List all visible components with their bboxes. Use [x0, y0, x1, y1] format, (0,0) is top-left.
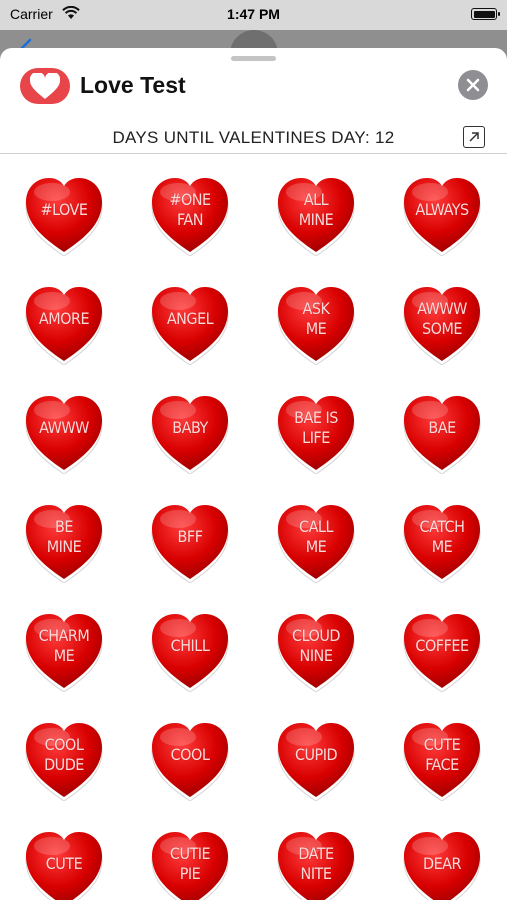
heart-sticker-label: CHARM ME: [38, 626, 90, 665]
heart-sticker[interactable]: DEAR: [400, 826, 484, 900]
heart-sticker[interactable]: CUTE FACE: [400, 717, 484, 801]
heart-sticker-label: AWWW SOME: [417, 299, 467, 338]
app-icon: [20, 68, 70, 104]
heart-sticker-label: CLOUD NINE: [292, 626, 340, 665]
heart-sticker[interactable]: AWWW SOME: [400, 281, 484, 365]
heart-sticker-label: ALL MINE: [298, 190, 334, 229]
heart-sticker-label: ALWAYS: [415, 200, 469, 219]
heart-sticker[interactable]: CLOUD NINE: [274, 608, 358, 692]
heart-sticker[interactable]: BE MINE: [22, 499, 106, 583]
heart-sticker-label: CALL ME: [299, 517, 333, 556]
heart-sticker[interactable]: #ONE FAN: [148, 172, 232, 256]
heart-sticker-label: CUTIE PIE: [169, 844, 211, 883]
heart-sticker-label: AMORE: [38, 309, 90, 328]
heart-sticker-label: #ONE FAN: [169, 190, 211, 229]
status-time: 1:47 PM: [227, 6, 280, 22]
heart-sticker[interactable]: ALWAYS: [400, 172, 484, 256]
heart-sticker-label: COFFEE: [415, 636, 469, 655]
heart-sticker[interactable]: COFFEE: [400, 608, 484, 692]
heart-sticker[interactable]: CUTIE PIE: [148, 826, 232, 900]
heart-sticker-label: AWWW: [39, 418, 89, 437]
heart-sticker-label: CHILL: [170, 636, 210, 655]
heart-sticker-label: CUTE: [45, 854, 83, 873]
heart-sticker[interactable]: BFF: [148, 499, 232, 583]
app-title: Love Test: [80, 72, 186, 98]
heart-sticker-label: DEAR: [422, 854, 462, 873]
heart-sticker[interactable]: CALL ME: [274, 499, 358, 583]
heart-sticker[interactable]: ANGEL: [148, 281, 232, 365]
close-button[interactable]: [458, 70, 488, 100]
heart-sticker[interactable]: BAE IS LIFE: [274, 390, 358, 474]
heart-sticker-label: COOL DUDE: [44, 735, 84, 774]
heart-sticker[interactable]: #LOVE: [22, 172, 106, 256]
close-icon: [466, 78, 480, 92]
heart-sticker-label: BAE IS LIFE: [294, 408, 338, 447]
heart-sticker-label: BFF: [177, 527, 203, 546]
heart-sticker-label: CUTE FACE: [423, 735, 461, 774]
sticker-grid: #LOVE #ONE FAN ALL MINE ALWAYS AMORE ANGEL ASK…: [22, 172, 488, 900]
heart-sticker[interactable]: AWWW: [22, 390, 106, 474]
heart-sticker-label: ANGEL: [166, 309, 214, 328]
heart-sticker[interactable]: ALL MINE: [274, 172, 358, 256]
heart-sticker-label: COOL: [170, 745, 210, 764]
heart-sticker[interactable]: CHILL: [148, 608, 232, 692]
heart-sticker[interactable]: CHARM ME: [22, 608, 106, 692]
heart-sticker[interactable]: CUTE: [22, 826, 106, 900]
countdown-banner: DAYS UNTIL VALENTINES DAY: 12: [0, 126, 507, 154]
heart-sticker-label: BABY: [172, 418, 208, 437]
expand-arrow-icon: [469, 132, 479, 142]
battery-icon: [471, 8, 500, 20]
sticker-sheet: Love Test DAYS UNTIL VALENTINES DAY: 12 …: [0, 48, 507, 900]
heart-sticker[interactable]: CUPID: [274, 717, 358, 801]
expand-button[interactable]: [463, 126, 485, 148]
heart-sticker[interactable]: BABY: [148, 390, 232, 474]
heart-sticker[interactable]: COOL DUDE: [22, 717, 106, 801]
status-bar: Carrier 1:47 PM: [0, 0, 507, 30]
sheet-grabber[interactable]: [231, 56, 276, 61]
heart-icon: [30, 72, 60, 99]
heart-sticker-label: BAE: [428, 418, 456, 437]
heart-sticker[interactable]: CATCH ME: [400, 499, 484, 583]
heart-sticker[interactable]: BAE: [400, 390, 484, 474]
heart-sticker-label: CUPID: [294, 745, 338, 764]
heart-sticker[interactable]: AMORE: [22, 281, 106, 365]
heart-sticker-label: CATCH ME: [419, 517, 465, 556]
heart-sticker[interactable]: ASK ME: [274, 281, 358, 365]
days-until-label: DAYS UNTIL VALENTINES DAY: 12: [112, 128, 395, 147]
heart-sticker-label: BE MINE: [46, 517, 82, 556]
heart-sticker-label: DATE NITE: [298, 844, 334, 883]
heart-sticker[interactable]: COOL: [148, 717, 232, 801]
heart-sticker-label: #LOVE: [40, 200, 89, 219]
heart-sticker[interactable]: DATE NITE: [274, 826, 358, 900]
heart-sticker-label: ASK ME: [302, 299, 330, 338]
